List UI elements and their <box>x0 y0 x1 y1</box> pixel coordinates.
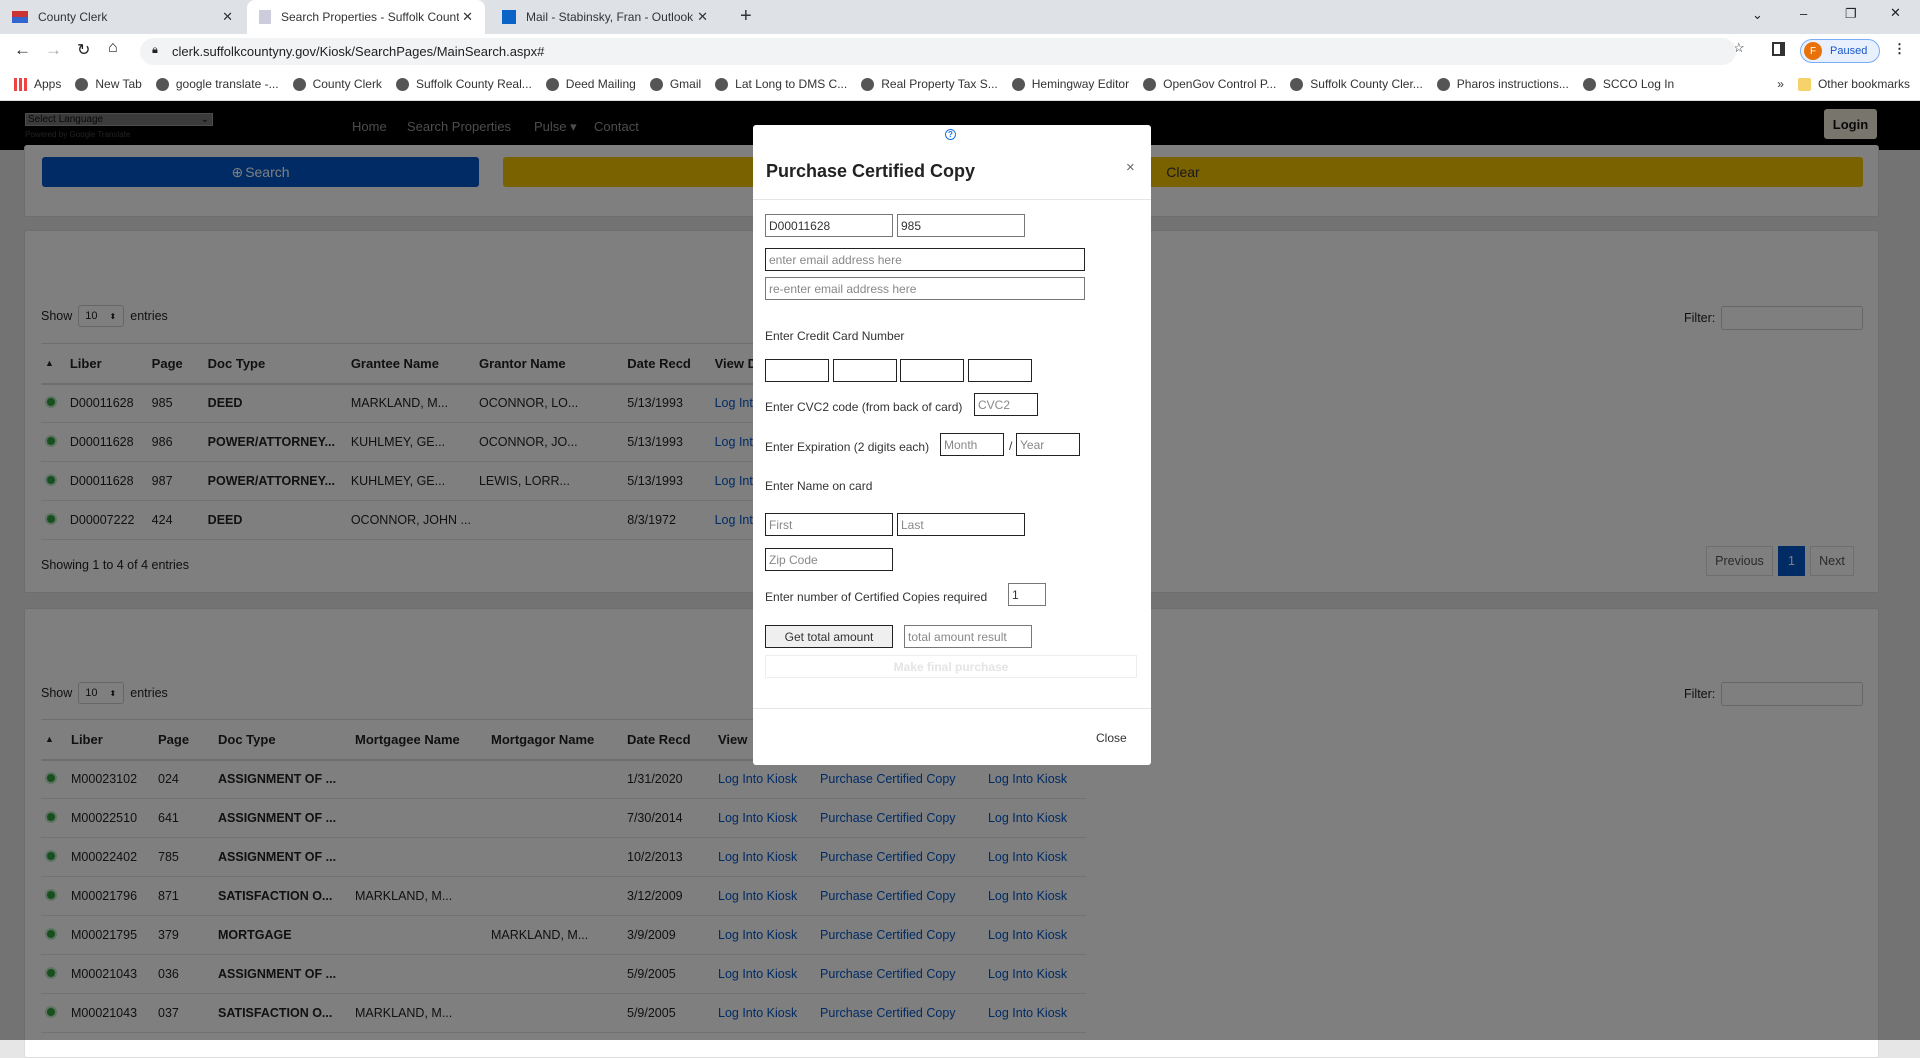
bookmark-item[interactable]: Lat Long to DMS C... <box>715 77 847 91</box>
total-amount-field[interactable] <box>904 625 1032 648</box>
bookmark-item[interactable]: Apps <box>14 77 61 91</box>
minimize-icon[interactable]: – <box>1800 6 1807 21</box>
close-tab-icon[interactable]: ✕ <box>697 9 708 25</box>
close-tab-icon[interactable]: ✕ <box>222 9 233 25</box>
copies-input[interactable] <box>1008 583 1046 606</box>
bookmark-icon <box>545 77 559 91</box>
zip-input[interactable] <box>765 548 893 571</box>
bookmark-item[interactable]: Gmail <box>649 77 701 91</box>
bookmark-icon <box>1290 77 1304 91</box>
more-bookmarks-icon[interactable]: » <box>1777 77 1784 91</box>
email-input[interactable] <box>765 248 1085 271</box>
close-tab-icon[interactable]: ✕ <box>462 9 473 25</box>
bookmark-icon <box>395 77 409 91</box>
tab-search-properties[interactable]: Search Properties - Suffolk Count ✕ <box>247 0 485 34</box>
copies-label: Enter number of Certified Copies require… <box>765 590 988 604</box>
make-final-purchase-button[interactable]: Make final purchase <box>765 655 1137 678</box>
bookmark-icon <box>155 77 169 91</box>
bookmark-icon <box>1582 77 1596 91</box>
bookmark-icon <box>292 77 306 91</box>
first-name-input[interactable] <box>765 513 893 536</box>
purchase-modal: ? Purchase Certified Copy × Enter Credit… <box>753 125 1151 765</box>
outlook-icon <box>502 10 516 24</box>
flag-icon <box>12 11 28 23</box>
bookmark-icon <box>861 77 875 91</box>
cc-part-2-input[interactable] <box>833 359 897 382</box>
divider <box>753 199 1151 200</box>
folder-icon <box>1797 77 1811 91</box>
cc-part-4-input[interactable] <box>968 359 1032 382</box>
side-panel-icon[interactable] <box>1772 42 1785 56</box>
bookmark-icon <box>715 77 729 91</box>
close-window-icon[interactable]: ✕ <box>1890 5 1901 21</box>
bookmark-item[interactable]: Real Property Tax S... <box>861 77 998 91</box>
bookmarks-bar: Apps New Tab google translate -... County C… <box>0 68 1920 101</box>
tab-county-clerk[interactable]: County Clerk ✕ <box>0 0 245 34</box>
bookmark-icon <box>1011 77 1025 91</box>
forward-icon[interactable]: → <box>45 40 62 60</box>
last-name-input[interactable] <box>897 513 1025 536</box>
tab-search-icon[interactable]: ⌄ <box>1752 7 1763 23</box>
bookmark-item[interactable]: google translate -... <box>155 77 279 91</box>
page-input[interactable] <box>897 214 1025 237</box>
cvc-label: Enter CVC2 code (from back of card) <box>765 400 963 414</box>
bookmark-item[interactable]: Suffolk County Cler... <box>1290 77 1423 91</box>
avatar: F <box>1804 42 1822 60</box>
name-label: Enter Name on card <box>765 479 873 493</box>
bookmark-item[interactable]: Pharos instructions... <box>1436 77 1569 91</box>
bookmark-item[interactable]: Hemingway Editor <box>1011 77 1129 91</box>
bookmark-icon <box>649 77 663 91</box>
expiration-label: Enter Expiration (2 digits each) <box>765 440 930 454</box>
liber-input[interactable] <box>765 214 893 237</box>
modal-title: Purchase Certified Copy <box>766 161 976 181</box>
tab-mail[interactable]: Mail - Stabinsky, Fran - Outlook ✕ <box>490 0 720 34</box>
page-icon <box>259 10 271 24</box>
bookmark-item[interactable]: OpenGov Control P... <box>1143 77 1276 91</box>
close-icon[interactable]: × <box>1126 159 1135 176</box>
bookmark-item[interactable]: SCCO Log In <box>1582 77 1674 91</box>
back-icon[interactable]: ← <box>14 40 31 60</box>
cvc-input[interactable] <box>974 393 1038 416</box>
cc-label: Enter Credit Card Number <box>765 329 905 343</box>
bookmark-item[interactable]: New Tab <box>75 77 142 91</box>
restore-icon[interactable]: ❐ <box>1845 6 1857 22</box>
bookmark-item[interactable]: Suffolk County Real... <box>395 77 532 91</box>
new-tab-icon[interactable]: + <box>740 5 752 28</box>
help-icon[interactable]: ? <box>945 129 956 140</box>
cc-part-1-input[interactable] <box>765 359 829 382</box>
profile-button[interactable]: F Paused <box>1800 39 1880 63</box>
bookmark-icon <box>1436 77 1450 91</box>
menu-icon[interactable]: ⋮ <box>1893 41 1906 57</box>
tab-bar: County Clerk ✕ Search Properties - Suffol… <box>0 0 1920 34</box>
exp-month-input[interactable] <box>940 433 1004 456</box>
bookmark-icon <box>75 77 89 91</box>
get-total-button[interactable]: Get total amount <box>765 625 893 648</box>
reenter-email-input[interactable] <box>765 277 1085 300</box>
bookmark-item[interactable]: County Clerk <box>292 77 382 91</box>
other-bookmarks[interactable]: Other bookmarks <box>1797 77 1910 91</box>
exp-year-input[interactable] <box>1016 433 1080 456</box>
bookmark-item[interactable]: Deed Mailing <box>545 77 636 91</box>
address-bar[interactable]: 🔒︎ clerk.suffolkcountyny.gov/Kiosk/Search… <box>140 38 1736 65</box>
divider <box>753 708 1151 709</box>
cc-part-3-input[interactable] <box>900 359 964 382</box>
home-icon[interactable]: ⌂ <box>108 39 118 57</box>
bookmark-icon <box>14 77 27 91</box>
close-button[interactable]: Close <box>1096 731 1127 745</box>
reload-icon[interactable]: ↻ <box>77 40 90 60</box>
bookmark-icon <box>1143 77 1157 91</box>
lock-icon: 🔒︎ <box>152 44 158 56</box>
